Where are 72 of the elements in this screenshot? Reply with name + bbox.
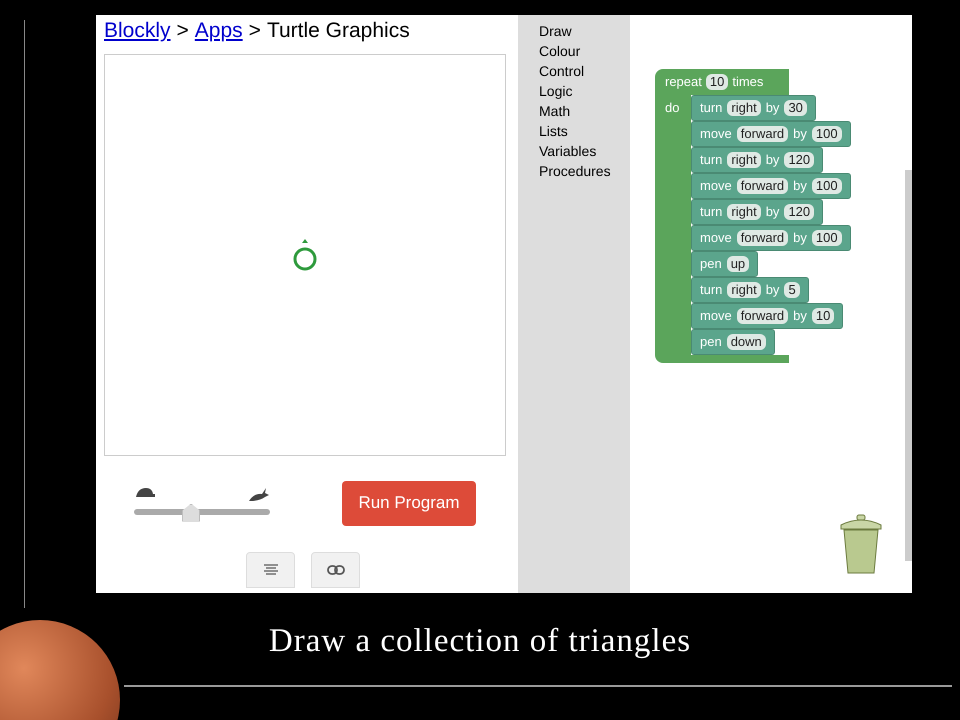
block-field[interactable]: forward [736,178,788,194]
breadcrumb-separator: > [248,18,261,44]
block-field[interactable]: 30 [784,100,807,116]
rabbit-icon [248,486,270,502]
toolbox-category[interactable]: Procedures [539,161,630,181]
block-field[interactable]: right [727,152,761,168]
toolbox-category[interactable]: Math [539,101,630,121]
statement-block[interactable]: turn right by 5 [691,277,809,303]
block-label: pen [700,333,722,352]
block-label: times [732,73,764,92]
block-label: by [793,177,807,196]
block-field[interactable]: 120 [784,204,814,220]
toolbox-category[interactable]: Colour [539,41,630,61]
statement-block[interactable]: move forward by 100 [691,173,851,199]
block-field[interactable]: forward [736,230,788,246]
block-label: by [793,307,807,326]
toolbox-category[interactable]: Lists [539,121,630,141]
block-label: by [766,99,780,118]
block-field[interactable]: forward [736,308,788,324]
block-label: move [700,125,732,144]
block-field[interactable]: 100 [812,178,842,194]
breadcrumb-link[interactable]: Blockly [104,18,171,44]
statement-block[interactable]: pen up [691,251,758,277]
toolbox-category[interactable]: Logic [539,81,630,101]
block-label: turn [700,99,722,118]
block-label: move [700,307,732,326]
block-label: turn [700,281,722,300]
block-field[interactable]: 10 [812,308,834,324]
breadcrumb-separator: > [176,18,189,44]
block-label: by [766,203,780,222]
statement-block[interactable]: turn right by 120 [691,147,824,173]
block-label: move [700,177,732,196]
slide-title: Draw a collection of triangles [268,622,692,661]
statement-block[interactable]: turn right by 120 [691,199,824,225]
block-field[interactable]: 100 [812,126,842,142]
toolbox-category[interactable]: Draw [539,21,630,41]
block-field[interactable]: forward [736,126,788,142]
statement-block[interactable]: move forward by 10 [691,303,844,329]
block-field[interactable]: right [727,204,761,220]
repeat-block-header[interactable]: repeat 10 times [655,69,789,95]
statement-block[interactable]: move forward by 100 [691,121,851,147]
code-button[interactable] [246,552,295,588]
block-label: turn [700,151,722,170]
block-field[interactable]: 120 [784,152,814,168]
block-label: by [793,125,807,144]
statement-block[interactable]: move forward by 100 [691,225,851,251]
statement-block[interactable]: turn right by 30 [691,95,816,121]
block-label: by [766,151,780,170]
block-field[interactable]: 10 [706,74,728,90]
block-label: repeat [665,73,702,92]
page-title: Turtle Graphics [266,18,410,44]
block-label: by [766,281,780,300]
speed-slider[interactable] [134,504,270,520]
link-button[interactable] [311,552,360,588]
statement-block[interactable]: pen down [691,329,775,355]
run-program-button[interactable]: Run Program [342,480,476,526]
toolbox-category[interactable]: Control [539,61,630,81]
block-label: by [793,229,807,248]
block-field[interactable]: right [727,282,761,298]
block-field[interactable]: down [726,334,766,350]
text-lines-icon [264,564,278,576]
block-field[interactable]: right [727,100,761,116]
toolbox-category[interactable]: Variables [539,141,630,161]
block-field[interactable]: 5 [784,282,800,298]
block-field[interactable]: up [726,256,750,272]
block-label: turn [700,203,722,222]
block-label: move [700,229,732,248]
block-label: do [665,100,680,115]
block-label: pen [700,255,722,274]
breadcrumb-link[interactable]: Apps [194,18,243,44]
link-icon [326,565,344,575]
block-field[interactable]: 100 [812,230,842,246]
